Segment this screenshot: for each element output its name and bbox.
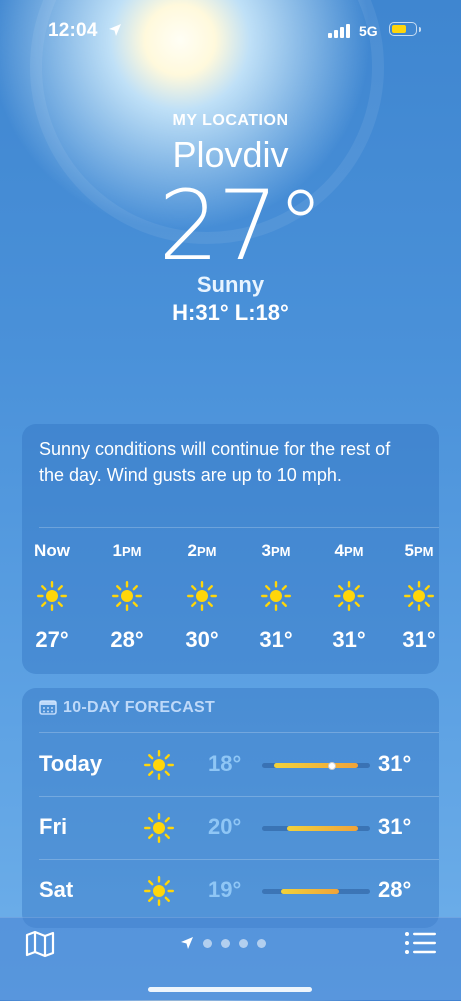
hour-temperature: 31° — [332, 627, 366, 652]
battery-icon — [389, 22, 421, 36]
divider — [39, 527, 439, 528]
forecast-low: 18° — [208, 751, 242, 776]
calendar-icon — [39, 700, 57, 715]
hour-label: 4PM — [334, 541, 364, 560]
sun-icon — [389, 581, 449, 611]
forecast-day: Fri — [39, 814, 68, 839]
list-icon[interactable] — [404, 930, 438, 958]
forecast-day: Sat — [39, 877, 74, 902]
forecast-high: 28° — [378, 877, 412, 902]
forecast-high: 31° — [378, 814, 412, 839]
forecast-row[interactable]: Sat 19° 28° — [22, 859, 439, 922]
hour-item: 3PM 31° — [246, 541, 306, 653]
temperature-range-bar — [262, 826, 370, 831]
page-dot — [221, 938, 230, 948]
current-temp-marker — [328, 761, 337, 770]
ten-day-header: 10-DAY FORECAST — [39, 699, 215, 717]
page-dot — [203, 938, 212, 948]
hour-label: 3PM — [261, 541, 291, 560]
sun-icon — [144, 813, 174, 848]
temperature-range-bar — [262, 761, 370, 770]
sun-icon — [319, 581, 379, 611]
page-dot — [257, 938, 266, 948]
temperature-range-bar — [262, 889, 370, 894]
forecast-high: 31° — [378, 751, 412, 776]
status-bar: 12:04 5G — [0, 0, 461, 60]
page-indicator[interactable] — [180, 936, 266, 950]
sun-icon — [172, 581, 232, 611]
hour-temperature: 31° — [259, 627, 293, 652]
temperature-range-fill — [286, 826, 358, 831]
map-icon[interactable] — [24, 928, 56, 960]
hourly-forecast-card[interactable]: Sunny conditions will continue for the r… — [22, 424, 439, 674]
status-time: 12:04 — [48, 20, 98, 41]
sun-icon — [144, 876, 174, 911]
hour-temperature: 28° — [110, 627, 144, 652]
sun-icon — [97, 581, 157, 611]
hour-label: 5PM — [404, 541, 434, 560]
hour-temperature: 30° — [185, 627, 219, 652]
hour-item: 5PM 31° — [389, 541, 449, 653]
hour-item: 4PM 31° — [319, 541, 379, 653]
my-location-label: MY LOCATION — [172, 112, 289, 129]
ten-day-title: 10-DAY FORECAST — [63, 699, 216, 716]
sun-icon — [246, 581, 306, 611]
forecast-low: 20° — [208, 814, 242, 839]
hour-item: 1PM 28° — [97, 541, 157, 653]
hour-label: 2PM — [187, 541, 217, 560]
sun-icon — [144, 750, 174, 785]
location-services-icon — [109, 24, 121, 36]
hour-label: Now — [34, 541, 70, 560]
temperature-range-fill — [280, 889, 339, 894]
forecast-row[interactable]: Fri 20° 31° — [22, 796, 439, 859]
location-arrow-icon — [181, 937, 193, 949]
temperature-range-fill — [274, 763, 358, 768]
hour-item: 2PM 30° — [172, 541, 232, 653]
ten-day-forecast-card[interactable]: 10-DAY FORECAST Today 18° 31° Fri 20° 31° Sat 1… — [22, 688, 439, 928]
weather-summary: Sunny conditions will continue for the r… — [39, 439, 391, 485]
hour-label: 1PM — [112, 541, 142, 560]
page-dot — [239, 938, 248, 948]
current-temperature: 27° — [158, 170, 324, 282]
high-low: H:31° L:18° — [172, 300, 289, 325]
hour-temperature: 31° — [402, 627, 436, 652]
home-indicator[interactable] — [148, 987, 312, 992]
current-weather: MY LOCATION Plovdiv 27° Sunny H:31° L:18… — [0, 112, 461, 326]
sun-icon — [22, 581, 82, 611]
forecast-day: Today — [39, 751, 103, 776]
forecast-row[interactable]: Today 18° 31° — [22, 733, 439, 796]
current-condition: Sunny — [196, 272, 265, 297]
cellular-signal-icon — [328, 24, 350, 38]
hour-item: Now 27° — [22, 541, 82, 653]
network-type: 5G — [359, 23, 378, 39]
forecast-low: 19° — [208, 877, 242, 902]
hour-temperature: 27° — [35, 627, 69, 652]
